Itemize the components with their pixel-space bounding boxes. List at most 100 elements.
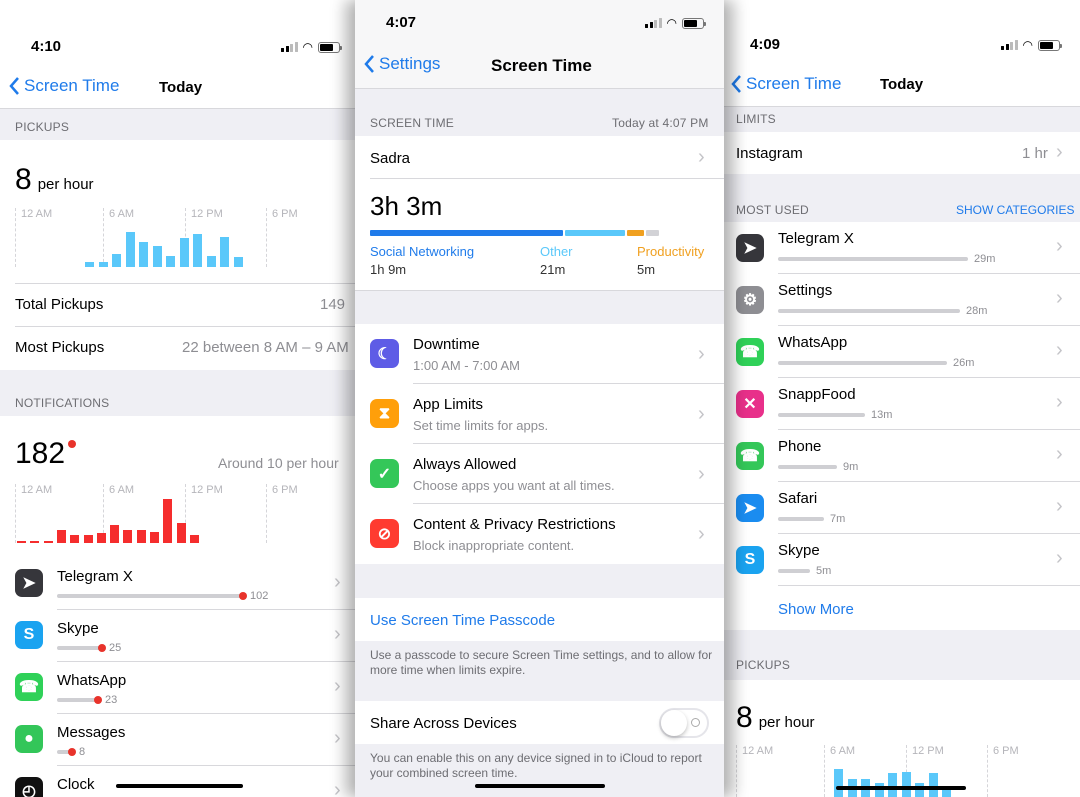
home-indicator [836,786,966,790]
most-used-app-row[interactable]: ☎ Phone 9m › [724,430,1080,482]
settings-menu-subtitle: Choose apps you want at all times. [413,478,615,493]
most-used-app-row[interactable]: ✕ SnappFood 13m › [724,378,1080,430]
usage-time: 26m [953,357,975,369]
notification-app-row[interactable]: S Skype 25 › [0,610,360,662]
show-more-button[interactable]: Show More [778,601,854,618]
app-name: Skype [778,542,820,559]
total-pickups-label: Total Pickups [15,296,104,313]
settings-menu-item[interactable]: ⧗ App Limits Set time limits for apps. › [355,384,724,444]
chevron-left-icon [364,55,374,73]
center-phone-screen: 4:07 ◠ Settings Screen Time SCREEN TIME … [355,0,724,797]
back-button[interactable]: Screen Time [730,74,841,94]
nav-title: Screen Time [491,56,592,75]
status-time: 4:09 [750,36,781,53]
settings-menu-title: Content & Privacy Restrictions [413,516,616,533]
hourglass-icon: ⧗ [370,399,399,428]
usage-track [57,698,98,702]
total-pickups-value: 149 [320,296,346,313]
usage-time: 5m [816,565,832,577]
restriction-icon: ⊘ [370,519,399,548]
settings-menu-item[interactable]: ✓ Always Allowed Choose apps you want at a… [355,444,724,504]
back-button[interactable]: Screen Time [8,76,119,96]
category-bar-segment [645,230,660,236]
chevron-right-icon: › [698,523,705,545]
user-name[interactable]: Sadra [370,150,410,167]
chevron-right-icon: › [698,403,705,425]
right-phone-screen: 4:09 ◠ Screen Time Today LIMITS Instagra… [724,0,1080,797]
usage-track [57,646,102,650]
chart-bar [233,257,243,267]
app-name: SnappFood [778,386,856,403]
most-used-app-row[interactable]: ☎ WhatsApp 26m › [724,326,1080,378]
pickups-rate: 8 per hour [736,701,815,735]
settings-menu-subtitle: 1:00 AM - 7:00 AM [413,358,520,373]
use-passcode-button[interactable]: Use Screen Time Passcode [370,612,555,629]
notification-app-row[interactable]: ● Messages 8 › [0,714,360,766]
usage-dot [239,592,247,600]
category-name: Other [540,244,573,259]
chart-bar [125,232,135,267]
signal-icon [1001,40,1018,50]
chart-gridline [266,208,267,267]
settings-menu-item[interactable]: ☾ Downtime 1:00 AM - 7:00 AM › [355,324,724,384]
messages-icon: ● [15,725,43,753]
notifications-rate: Around 10 per hour [218,455,339,471]
chart-bar [112,254,121,267]
section-header-screen-time: SCREEN TIME [370,116,454,130]
app-name: Phone [778,438,822,455]
section-header-most-used: MOST USED [736,203,809,217]
notification-app-row[interactable]: ◴ Clock › [0,766,360,797]
back-button[interactable]: Settings [363,54,440,74]
notification-count: 102 [250,590,269,602]
usage-time: 9m [843,461,859,473]
limit-value: 1 hr [1022,145,1048,162]
chart-bar [166,256,175,267]
chart-axis-label: 6 AM [830,745,856,757]
notification-app-row[interactable]: ➤ Telegram X 102 › [0,558,360,610]
chart-bar [43,541,53,543]
chart-gridline [103,208,104,267]
category-bar-segment [370,230,564,236]
chart-axis-label: 6 AM [109,484,135,496]
most-used-app-row[interactable]: S Skype 5m › [724,534,1080,586]
chevron-right-icon: › [1056,391,1063,413]
app-name: WhatsApp [57,672,127,689]
category-name: Social Networking [370,244,475,259]
usage-track [57,594,243,598]
status-icons: ◠ [281,40,342,54]
usage-time: 29m [974,253,996,265]
app-name: Safari [778,490,818,507]
skype-icon: S [15,621,43,649]
chevron-right-icon: › [334,727,341,749]
most-used-app-row[interactable]: ⚙ Settings 28m › [724,274,1080,326]
chart-gridline [266,484,267,543]
settings-menu-item[interactable]: ⊘ Content & Privacy Restrictions Block ina… [355,504,724,564]
chevron-right-icon: › [334,571,341,593]
chevron-right-icon: › [1056,235,1063,257]
notification-app-row[interactable]: ☎ WhatsApp 23 › [0,662,360,714]
chevron-right-icon: › [1056,339,1063,361]
usage-track [778,309,960,313]
section-header-pickups: PICKUPS [736,658,791,672]
chart-bar [176,523,186,543]
chart-bar [206,256,216,267]
most-used-app-row[interactable]: ➤ Safari 7m › [724,482,1080,534]
most-used-app-row[interactable]: ➤ Telegram X 29m › [724,222,1080,274]
app-name: Messages [57,724,126,741]
chart-bar [888,773,897,797]
share-across-devices-label: Share Across Devices [370,715,517,732]
most-pickups-label: Most Pickups [15,339,105,356]
chart-axis-label: 12 PM [912,745,944,757]
whatsapp-icon: ☎ [736,338,764,366]
show-categories-button[interactable]: SHOW CATEGORIES [956,203,1074,217]
chart-bar [193,234,202,267]
notification-count: 23 [105,694,118,706]
share-across-devices-toggle[interactable] [659,708,709,738]
category-legend: Social Networking 1h 9m Other 21m Productivi… [370,244,709,280]
chart-bar [123,530,133,543]
chart-bar [179,238,189,267]
chevron-right-icon: › [1056,443,1063,465]
chart-axis-label: 6 PM [993,745,1019,757]
chevron-right-icon: › [334,779,341,797]
chart-gridline [987,745,988,797]
